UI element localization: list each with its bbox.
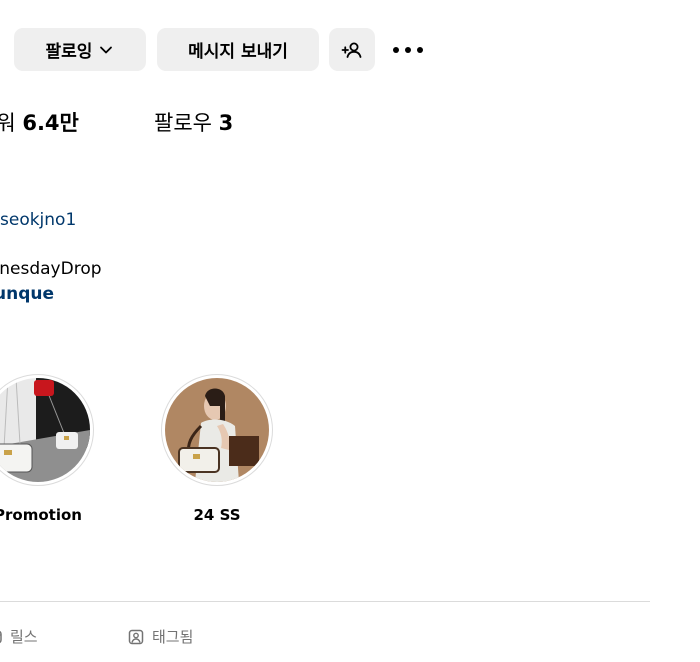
followers-label: 로워 [0,111,16,135]
tab-tagged[interactable]: 태그됨 [128,626,193,647]
following-stat[interactable]: 팔로우 3 [154,107,233,137]
highlight-label: 24 SS [193,506,241,524]
suggested-users-button[interactable] [329,28,375,71]
more-options-icon[interactable] [388,38,428,62]
threads-handle-link[interactable]: seokjno1 [0,210,76,230]
reels-icon [0,630,2,644]
add-person-icon [341,40,363,60]
followers-stat[interactable]: 로워 6.4만 [0,107,79,137]
following-count: 3 [218,111,234,135]
chevron-down-icon [98,42,114,58]
highlight-24ss[interactable]: 24 SS [159,374,275,524]
highlight-cover-image [165,378,269,482]
highlight-cover-image [0,378,90,482]
highlight-promotion[interactable]: Promotion [0,374,96,524]
highlight-ring [161,374,273,486]
following-button[interactable]: 팔로잉 [14,28,146,71]
bio-link[interactable]: unque [0,284,54,304]
following-label: 팔로우 [154,111,212,135]
tab-tagged-label: 태그됨 [152,628,194,646]
send-message-button[interactable]: 메시지 보내기 [157,28,319,71]
send-message-label: 메시지 보내기 [188,42,288,62]
bio-text: ednesdayDrop [0,259,102,279]
followers-count: 6.4만 [22,111,79,135]
following-button-label: 팔로잉 [45,42,93,62]
highlight-label: Promotion [0,506,82,524]
tabs-divider [0,601,650,602]
tab-reels[interactable]: 릴스 [0,626,38,647]
profile-page: 팔로잉 메시지 보내기 로워 6.4만 [0,0,700,662]
tab-reels-label: 릴스 [10,628,38,646]
tagged-icon [128,629,144,645]
highlight-ring [0,374,94,486]
